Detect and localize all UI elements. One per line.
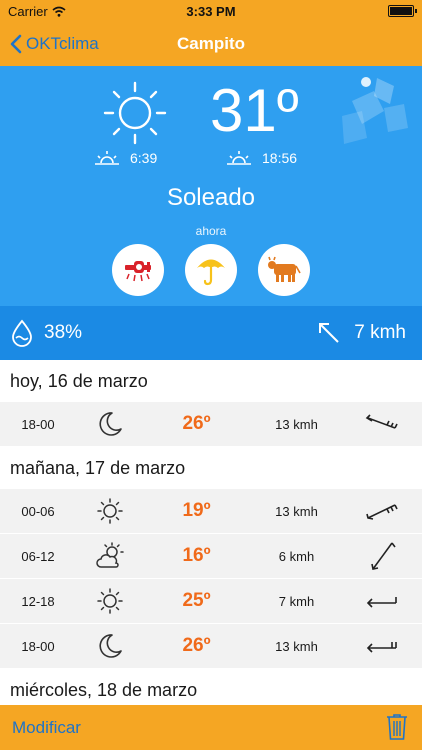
sun-icon xyxy=(97,498,123,524)
forecast-wind: 13 kmh xyxy=(275,503,318,519)
wifi-icon xyxy=(52,6,66,17)
sunrise-icon xyxy=(95,151,119,165)
humidity-drop-icon xyxy=(12,319,32,347)
status-bar: Carrier 3:33 PM xyxy=(0,0,422,22)
current-condition: Soleado xyxy=(166,184,256,211)
wind-arrow-icon xyxy=(366,504,398,520)
forecast-list[interactable]: hoy, 16 de marzo 18-00 26º 13 kmh mañana… xyxy=(0,360,422,705)
cow-activity-button[interactable] xyxy=(258,244,310,296)
sun-icon xyxy=(97,588,123,614)
trash-icon[interactable] xyxy=(386,713,408,741)
forecast-temperature: 26º xyxy=(182,413,211,434)
sunset-icon xyxy=(227,151,251,165)
wind-arrow-icon xyxy=(365,414,398,429)
forecast-period: 06-12 xyxy=(21,548,55,564)
back-label: OKTclima xyxy=(26,34,99,53)
forecast-row[interactable]: 18-00 26º 13 kmh xyxy=(0,624,422,669)
forecast-period: 12-18 xyxy=(21,593,55,609)
current-temperature: 31º xyxy=(210,77,299,144)
bottom-toolbar: Modificar xyxy=(0,705,422,750)
forecast-wind: 7 kmh xyxy=(278,593,315,609)
battery-icon xyxy=(388,5,417,17)
forecast-wind: 13 kmh xyxy=(275,416,318,432)
airplane-activity-button[interactable] xyxy=(112,244,164,296)
cow-icon xyxy=(268,256,301,282)
humidity-value: 38% xyxy=(44,322,83,343)
wind-arrow-icon xyxy=(366,597,397,608)
forecast-row[interactable]: 12-18 25º 7 kmh xyxy=(0,579,422,624)
wind-info: 7 kmh xyxy=(316,320,406,346)
moon-icon xyxy=(99,634,122,658)
day-header: mañana, 17 de marzo xyxy=(0,447,422,489)
moon-icon xyxy=(99,412,122,436)
partly-cloudy-icon xyxy=(96,542,124,568)
forecast-temperature: 25º xyxy=(182,590,211,611)
forecast-row[interactable]: 06-12 16º 6 kmh xyxy=(0,534,422,579)
wind-direction-icon xyxy=(319,323,339,343)
sun-icon xyxy=(103,81,167,145)
current-weather-panel: 31º 6:39 18:56 Soleado ahora xyxy=(0,66,422,306)
carrier-label: Carrier xyxy=(8,3,48,19)
back-button[interactable]: OKTclima xyxy=(10,34,99,54)
sunset-time: 18:56 xyxy=(262,150,298,166)
cubes-decoration-icon xyxy=(342,77,408,144)
forecast-wind: 13 kmh xyxy=(275,638,318,654)
navigation-bar: OKTclima Campito xyxy=(0,22,422,66)
wind-arrow-icon xyxy=(371,542,396,570)
forecast-temperature: 16º xyxy=(182,545,211,566)
day-header: miércoles, 18 de marzo xyxy=(0,669,422,705)
sunrise-info: 6:39 xyxy=(94,150,157,166)
sunset-info: 18:56 xyxy=(226,150,297,166)
forecast-period: 00-06 xyxy=(21,503,55,519)
chevron-left-icon xyxy=(10,34,22,54)
wind-arrow-icon xyxy=(366,642,397,653)
umbrella-icon xyxy=(197,259,225,286)
wind-value: 7 kmh xyxy=(354,322,406,343)
airplane-icon xyxy=(125,261,151,282)
forecast-temperature: 19º xyxy=(182,500,211,521)
conditions-bar: 38% 7 kmh xyxy=(0,306,422,360)
sunrise-time: 6:39 xyxy=(130,150,158,166)
carrier-info: Carrier xyxy=(8,4,66,19)
forecast-wind: 6 kmh xyxy=(278,548,315,564)
forecast-period: 18-00 xyxy=(21,416,55,432)
forecast-temperature: 26º xyxy=(182,635,211,656)
edit-button[interactable]: Modificar xyxy=(12,718,81,738)
forecast-row[interactable]: 18-00 26º 13 kmh xyxy=(0,402,422,447)
umbrella-activity-button[interactable] xyxy=(185,244,237,296)
humidity-info: 38% xyxy=(10,319,82,347)
current-time-label: ahora xyxy=(195,224,227,238)
forecast-period: 18-00 xyxy=(21,638,55,654)
forecast-row[interactable]: 00-06 19º 13 kmh xyxy=(0,489,422,534)
activity-icons xyxy=(0,244,422,296)
day-header: hoy, 16 de marzo xyxy=(0,360,422,402)
